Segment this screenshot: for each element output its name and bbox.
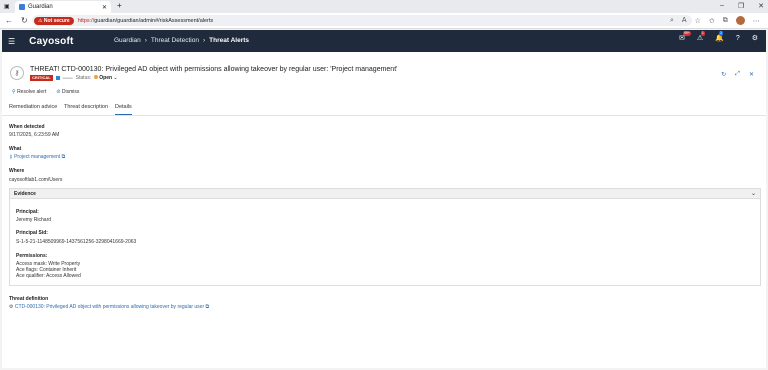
- external-link-icon: ⧉: [61, 154, 66, 160]
- back-icon[interactable]: ←: [5, 16, 13, 25]
- crumb-guardian[interactable]: Guardian: [114, 37, 141, 44]
- tab-actions-icon[interactable]: ▣: [4, 3, 10, 10]
- chevron-down-icon: ⌄: [113, 75, 118, 81]
- resolve-icon: ⚲: [12, 89, 16, 95]
- severity-badge: CRITICAL: [30, 75, 53, 81]
- warnings-icon[interactable]: ⚠ 1: [697, 31, 705, 42]
- url-text: guardian/guardian/admin#/riskAssessment/…: [94, 17, 214, 24]
- what-label: What: [9, 146, 22, 152]
- crumb-threat-alerts: Threat Alerts: [209, 37, 250, 44]
- tab-details[interactable]: Details: [115, 104, 132, 115]
- permission-ace-qualifier: Ace qualifier: Access Allowed: [16, 273, 81, 279]
- alerts-icon[interactable]: ✉ 99+: [679, 31, 691, 42]
- tab-threat-description[interactable]: Threat description: [64, 104, 108, 110]
- read-aloud-icon[interactable]: A: [682, 17, 687, 24]
- type-icon: [55, 76, 60, 80]
- app-header: ☰ Cayosoft Guardian › Threat Detection › Thr…: [2, 30, 766, 52]
- definition-icon: ⚙: [9, 304, 14, 310]
- tab-remediation-advice[interactable]: Remediation advice: [9, 104, 57, 110]
- chevron-down-icon[interactable]: ⌄: [751, 189, 756, 199]
- where-label: Where: [9, 168, 25, 174]
- profile-avatar[interactable]: [735, 16, 745, 25]
- evidence-header[interactable]: Evidence ⌄: [10, 189, 760, 199]
- favorite-star-icon[interactable]: ☆: [695, 17, 701, 25]
- url-field[interactable]: ⚠ Not secure https://guardian/guardian/a…: [32, 15, 692, 26]
- cayosoft-logo: Cayosoft: [29, 35, 74, 47]
- where-value: cayosoftlab1.com/Users: [9, 177, 63, 183]
- extensions-icon[interactable]: ⧉: [723, 17, 728, 25]
- url-scheme: https://: [77, 17, 95, 24]
- crumb-threat-detection[interactable]: Threat Detection: [151, 37, 199, 44]
- alert-title: THREAT! CTD-000130: Privileged AD object…: [30, 66, 398, 73]
- threat-definition-link[interactable]: ⚙ CTD-000130: Privileged AD object with …: [9, 304, 209, 310]
- principal-value: Jeremy Richard: [16, 217, 52, 223]
- divider: ▬▬: [62, 75, 73, 81]
- tab-title: Guardian: [28, 4, 53, 10]
- help-icon[interactable]: ?: [736, 35, 740, 42]
- threat-definition-label: Threat definition: [9, 296, 49, 302]
- status-dot-icon: [94, 75, 99, 79]
- more-icon[interactable]: ⋯: [753, 17, 760, 25]
- address-bar-row: ← ↻ ⚠ Not secure https://guardian/guardi…: [0, 13, 768, 29]
- principal-label: Principal:: [16, 209, 39, 215]
- close-tab-icon[interactable]: ✕: [102, 4, 107, 11]
- what-link[interactable]: ⚷ Project management ⧉: [9, 154, 65, 160]
- status-dropdown[interactable]: Open ⌄: [94, 75, 118, 81]
- refresh-alert-icon[interactable]: ↻: [721, 71, 726, 78]
- evidence-section: Evidence ⌄ Principal: Jeremy Richard Prin…: [9, 188, 761, 286]
- browser-tabstrip: ▣ Guardian ✕ + – ❐ ✕: [0, 0, 768, 13]
- browser-tab[interactable]: Guardian ✕: [15, 1, 111, 13]
- refresh-icon[interactable]: ↻: [21, 16, 28, 25]
- permissions-label: Permissions:: [16, 253, 48, 259]
- breadcrumb: Guardian › Threat Detection › Threat Alerts: [114, 37, 250, 44]
- principal-sid-label: Principal Sid:: [16, 230, 48, 236]
- when-detected-value: 9/17/2025, 6:23:59 AM: [9, 132, 60, 138]
- zoom-icon[interactable]: ⌕: [670, 17, 674, 25]
- dismiss-icon: ⊘: [56, 89, 61, 95]
- object-icon: ⚷: [9, 154, 13, 160]
- favorites-icon[interactable]: ✩: [709, 17, 715, 25]
- status-label: Status:: [75, 75, 92, 81]
- expand-icon[interactable]: ⤢: [735, 71, 740, 78]
- when-detected-label: When detected: [9, 124, 45, 130]
- resolve-alert-button[interactable]: ⚲ Resolve alert: [12, 89, 46, 95]
- maximize-icon[interactable]: ❐: [738, 2, 744, 10]
- new-tab-icon[interactable]: +: [117, 1, 122, 10]
- menu-icon[interactable]: ☰: [8, 37, 15, 46]
- tab-bar: Remediation advice Threat description De…: [2, 100, 766, 116]
- settings-icon[interactable]: ⚙: [752, 34, 758, 42]
- principal-sid-value: S-1-5-21-1148509969-1437561256-329804166…: [16, 239, 137, 245]
- close-window-icon[interactable]: ✕: [758, 2, 764, 10]
- alert-details-panel: ⚷ THREAT! CTD-000130: Privileged AD obje…: [2, 52, 766, 368]
- close-panel-icon[interactable]: ✕: [749, 71, 754, 78]
- guardian-favicon-icon: [19, 4, 25, 10]
- external-link-icon: ⧉: [205, 304, 210, 310]
- dismiss-button[interactable]: ⊘ Dismiss: [56, 89, 79, 95]
- notifications-icon[interactable]: 🔔 2: [715, 31, 724, 42]
- threat-icon: ⚷: [10, 66, 24, 80]
- minimize-icon[interactable]: –: [720, 2, 724, 10]
- not-secure-badge[interactable]: ⚠ Not secure: [34, 16, 74, 25]
